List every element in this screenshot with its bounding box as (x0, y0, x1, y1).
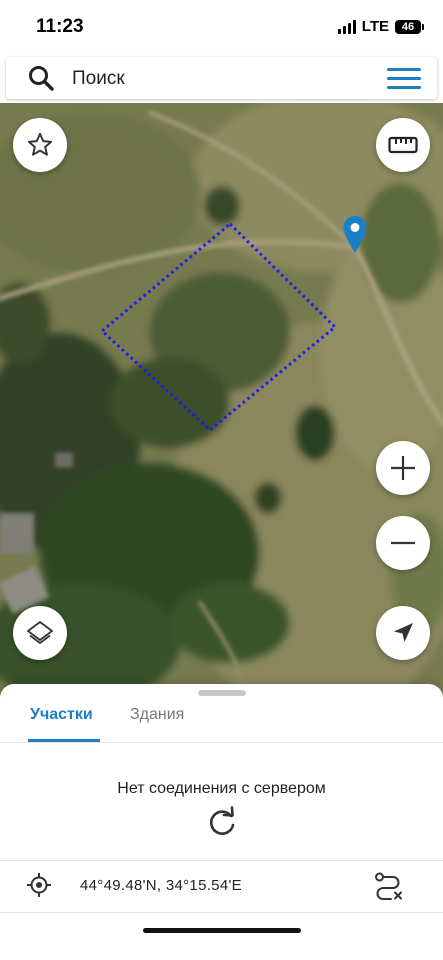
bottom-sheet: Участки Здания Нет соединения с сервером… (0, 684, 443, 960)
coordinates-text: 44°49.48'N, 34°15.54'E (80, 877, 242, 894)
status-indicators: LTE 46 (337, 18, 424, 35)
signal-icon (337, 19, 356, 34)
active-tab-indicator (28, 739, 100, 742)
tab-bar: Участки Здания (0, 702, 443, 743)
sheet-grabber[interactable] (198, 690, 246, 696)
zoom-in-button[interactable] (376, 441, 430, 495)
ruler-icon (388, 136, 418, 154)
route-icon[interactable] (372, 870, 404, 902)
zoom-out-button[interactable] (376, 516, 430, 570)
crosshair-icon[interactable] (26, 872, 52, 898)
search-input[interactable]: Поиск (72, 68, 125, 90)
battery-icon: 46 (395, 19, 424, 34)
navigation-arrow-icon (394, 623, 413, 642)
plus-icon (391, 456, 415, 480)
minus-icon (391, 541, 415, 545)
tab-buildings[interactable]: Здания (130, 706, 184, 724)
tab-parcels[interactable]: Участки (30, 706, 93, 724)
ruler-button[interactable] (376, 118, 430, 172)
map-pin-icon[interactable] (342, 215, 368, 255)
menu-icon[interactable] (387, 68, 421, 90)
status-bar: 11:23 LTE 46 (0, 0, 443, 56)
favorite-button[interactable] (13, 118, 67, 172)
star-icon (27, 132, 53, 156)
divider (0, 860, 443, 861)
layers-icon (27, 621, 53, 644)
connection-error-message: Нет соединения с сервером (117, 780, 326, 797)
coordinates-row: 44°49.48'N, 34°15.54'E (0, 862, 443, 912)
divider (0, 912, 443, 913)
map-view[interactable] (0, 103, 443, 703)
status-time: 11:23 (36, 16, 84, 37)
network-label: LTE (361, 18, 389, 35)
search-icon[interactable] (28, 65, 54, 91)
my-location-button[interactable] (376, 606, 430, 660)
refresh-icon[interactable] (205, 806, 239, 840)
satellite-imagery (0, 103, 443, 703)
search-bar[interactable]: Поиск (6, 57, 437, 99)
home-indicator (143, 928, 301, 933)
layers-button[interactable] (13, 606, 67, 660)
